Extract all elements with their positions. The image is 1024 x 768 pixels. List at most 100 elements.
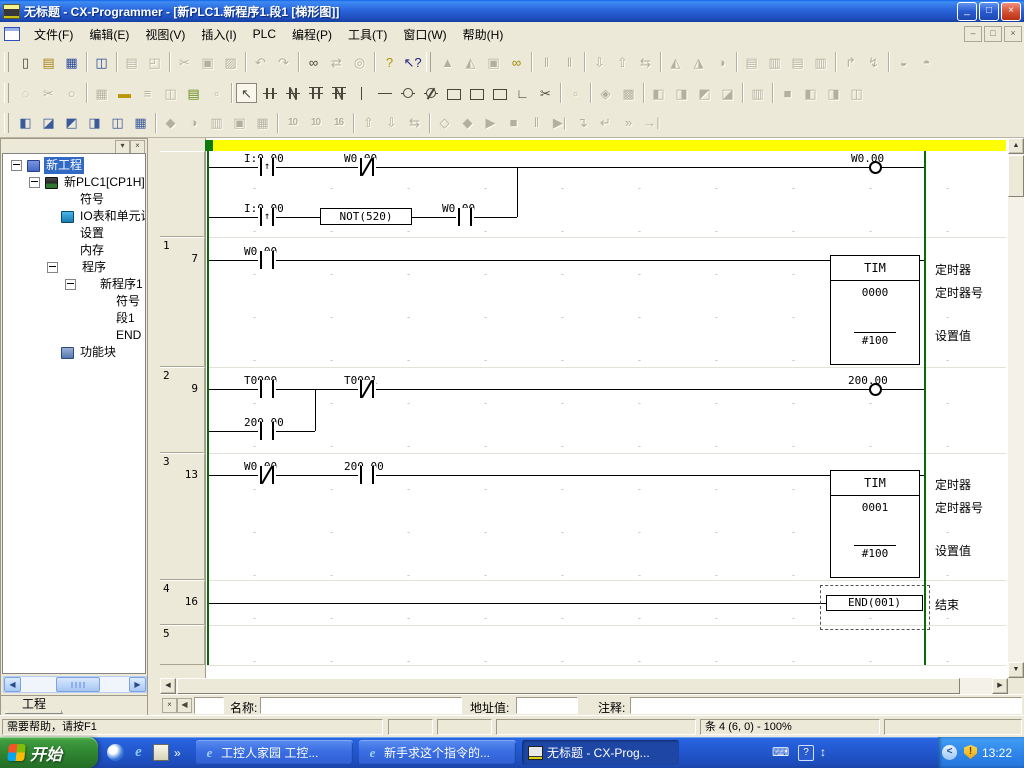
io-comment-3-button[interactable]: ◩ (694, 83, 715, 103)
zoom-in-button[interactable]: ◌ (15, 83, 36, 103)
maximize-button[interactable]: □ (979, 2, 999, 21)
print-preview-button[interactable]: ◰ (144, 52, 165, 72)
watch-2-button[interactable]: ◨ (823, 83, 844, 103)
grid-button[interactable]: ▦ (91, 83, 112, 103)
tim-instruction-box[interactable]: TIM 0001 #100 (830, 470, 920, 578)
comment-field[interactable] (630, 697, 1022, 714)
name-field[interactable] (260, 697, 462, 714)
open-file-button[interactable]: ▤ (38, 52, 59, 72)
ladder-editor[interactable]: 1 7 2 9 3 13 4 16 5 I:0.00 (160, 138, 1008, 678)
print-button[interactable]: ▤ (121, 52, 142, 72)
contact-no[interactable] (456, 208, 474, 226)
copy-button[interactable]: ▣ (197, 52, 218, 72)
zoom-cut-button[interactable]: ✂ (38, 83, 59, 103)
compare-plc-button[interactable]: ⇆ (635, 52, 656, 72)
report-button[interactable]: ▥ (206, 113, 227, 133)
mdi-document-icon[interactable] (4, 27, 20, 41)
replace-button[interactable]: ⇄ (326, 52, 347, 72)
io-comment-2-button[interactable]: ◨ (671, 83, 692, 103)
contact-nc[interactable] (358, 380, 376, 398)
tree-expander-icon[interactable] (11, 160, 22, 171)
mdi-restore-button[interactable]: □ (984, 26, 1002, 42)
run-button[interactable]: ▶ (480, 113, 501, 133)
run-mode-button[interactable]: ◭ (665, 52, 686, 72)
workspace-dropdown-icon[interactable]: ▾ (115, 140, 130, 154)
tree-item-program1-symbols[interactable]: 符号 (3, 293, 145, 310)
contact-no[interactable] (358, 466, 376, 484)
diff-monitor-button[interactable]: ■ (777, 83, 798, 103)
tree-expander-icon[interactable] (65, 279, 76, 290)
watch-1-button[interactable]: ◧ (800, 83, 821, 103)
cross-reference-button[interactable]: ◆ (160, 113, 181, 133)
taskbar-window-1[interactable]: e工控人家园 工控... (196, 740, 353, 765)
tree-horizontal-scrollbar[interactable]: ◀ ▶ (3, 676, 147, 693)
menu-program[interactable]: 编程(P) (284, 23, 340, 46)
online-device-button[interactable]: ▣ (483, 52, 504, 72)
stop-button[interactable]: ■ (503, 113, 524, 133)
scroll-left-icon[interactable]: ◀ (4, 677, 21, 692)
mdi-minimize-button[interactable]: – (964, 26, 982, 42)
minimize-button[interactable]: _ (957, 2, 977, 21)
radix-hex[interactable]: 16 (328, 113, 349, 133)
memory-view-button[interactable]: ▣ (229, 113, 250, 133)
scroll-left-icon[interactable]: ◀ (160, 678, 176, 694)
tree-expander-icon[interactable] (29, 177, 40, 188)
tim-instruction-box[interactable]: TIM 0000 #100 (830, 255, 920, 365)
rung-wrap-button[interactable]: ▤ (183, 83, 204, 103)
taskbar-window-3[interactable]: 无标题 - CX-Prog... (522, 740, 679, 765)
tree-item-end-section[interactable]: END (3, 327, 145, 344)
tree-item-function-blocks[interactable]: 功能块 (3, 344, 145, 361)
scrollbar-thumb[interactable] (177, 678, 960, 694)
toolbar-grip[interactable] (4, 52, 9, 72)
display-grid-2-button[interactable]: ▥ (764, 52, 785, 72)
work-online-button[interactable]: ▲ (437, 52, 458, 72)
display-grid-4-button[interactable]: ▥ (810, 52, 831, 72)
menu-view[interactable]: 视图(V) (137, 23, 193, 46)
step-out-button[interactable]: ↵ (595, 113, 616, 133)
compile-button[interactable]: ◫ (91, 52, 112, 72)
toolbar-grip[interactable] (4, 83, 9, 103)
pause-monitor-button[interactable]: ‖ (536, 52, 557, 72)
tree-item-io-table[interactable]: IO表和单元设置 (3, 208, 145, 225)
info-close-icon[interactable]: × (162, 698, 177, 713)
workspace-close-icon[interactable]: × (130, 140, 145, 154)
instruction-reset-button[interactable] (489, 83, 510, 103)
menu-tools[interactable]: 工具(T) (340, 23, 395, 46)
new-file-button[interactable]: ▯ (15, 52, 36, 72)
watch-3-button[interactable]: ◫ (846, 83, 867, 103)
scrollbar-thumb[interactable] (1008, 155, 1024, 197)
zoom-out-button[interactable]: ○ (61, 83, 82, 103)
menu-insert[interactable]: 插入(I) (193, 23, 244, 46)
paste-button[interactable]: ▨ (220, 52, 241, 72)
coil-button[interactable] (397, 83, 418, 103)
media-player-icon[interactable] (107, 744, 124, 761)
coil-nc-button[interactable] (420, 83, 441, 103)
cut-button[interactable]: ✂ (174, 52, 195, 72)
help-tray-icon[interactable]: ? (798, 745, 814, 761)
transfer-to-plc-button[interactable]: ⇩ (589, 52, 610, 72)
window-watch-button[interactable]: ◩ (61, 113, 82, 133)
monitor-window-button[interactable]: ◫ (160, 83, 181, 103)
window-properties-button[interactable]: ▦ (130, 113, 151, 133)
tree-item-memory[interactable]: 内存 (3, 242, 145, 259)
horizontal-line-button[interactable] (374, 83, 395, 103)
display-grid-3-button[interactable]: ▤ (787, 52, 808, 72)
option-b-button[interactable]: ◓ (916, 52, 937, 72)
go-next-address-button[interactable]: ⇆ (404, 113, 425, 133)
program-mode-button[interactable]: ◑ (711, 52, 732, 72)
tree-item-symbols[interactable]: 符号 (3, 191, 145, 208)
tab-project[interactable]: 工程 (5, 696, 63, 714)
contact-or-no-button[interactable] (305, 83, 326, 103)
scroll-right-icon[interactable]: ▶ (129, 677, 146, 692)
tree-item-program1[interactable]: 新程序1 (3, 276, 145, 293)
desktop-note-icon[interactable] (153, 744, 169, 761)
help-button[interactable]: ? (379, 52, 400, 72)
step-trace-button[interactable]: ↯ (863, 52, 884, 72)
transfer-from-plc-button[interactable]: ⇧ (612, 52, 633, 72)
tree-item-section1[interactable]: 段1 (3, 310, 145, 327)
vertical-scrollbar[interactable]: ▲ ▼ (1008, 138, 1024, 678)
not-instruction-box[interactable]: NOT(520) (320, 208, 412, 225)
section-list-button[interactable]: ▩ (618, 83, 639, 103)
program-browse-button[interactable]: ◈ (595, 83, 616, 103)
find-next-button[interactable]: ◎ (349, 52, 370, 72)
